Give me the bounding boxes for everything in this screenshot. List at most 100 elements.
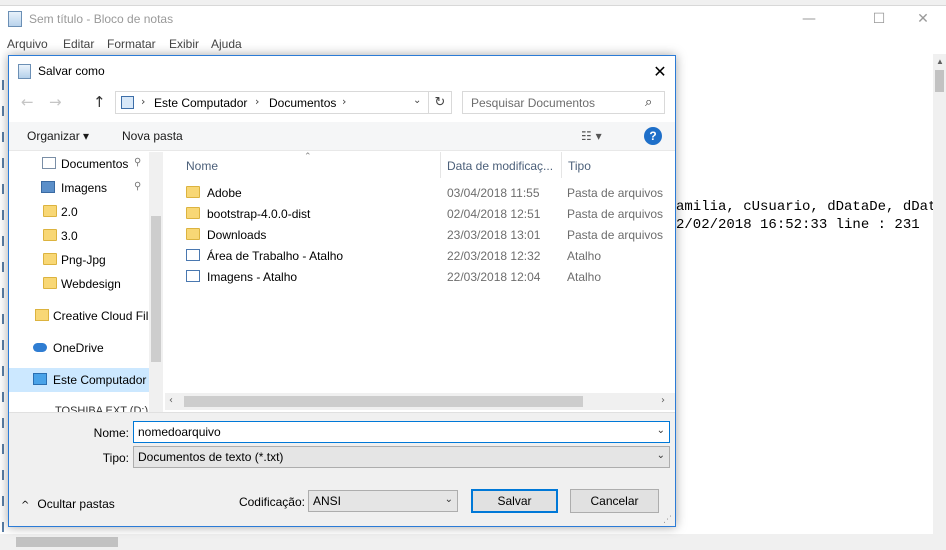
file-type: Pasta de arquivos xyxy=(567,186,664,200)
scroll-up-icon[interactable]: ▲ xyxy=(936,57,944,66)
sidebar-item-documentos[interactable]: Documentos ⚲ xyxy=(9,152,149,176)
menu-ajuda[interactable]: Ajuda xyxy=(211,37,242,51)
sidebar-item-png-jpg[interactable]: Png-Jpg xyxy=(9,248,149,272)
refresh-icon[interactable]: ↻ xyxy=(428,92,451,113)
encoding-label: Codificação: xyxy=(238,495,305,509)
maximize-button[interactable]: ☐ xyxy=(856,6,902,32)
file-row[interactable]: Área de Trabalho - Atalho 22/03/2018 12:… xyxy=(165,245,665,266)
minimize-button[interactable]: — xyxy=(786,6,832,32)
column-header-name[interactable]: Nome xyxy=(180,152,441,178)
cancel-button[interactable]: Cancelar xyxy=(570,489,659,513)
file-row[interactable]: Downloads 23/03/2018 13:01 Pasta de arqu… xyxy=(165,224,665,245)
search-icon[interactable]: ⌕ xyxy=(645,95,652,110)
scroll-thumb[interactable] xyxy=(935,70,944,92)
file-type: Pasta de arquivos xyxy=(567,228,664,242)
documents-icon xyxy=(42,157,56,169)
menu-editar[interactable]: Editar xyxy=(63,37,94,51)
sidebar-item-onedrive[interactable]: OneDrive xyxy=(9,336,149,360)
close-button[interactable]: ✕ xyxy=(900,6,946,32)
text-line: amilia, cUsuario, dDataDe, dData xyxy=(676,199,945,215)
gutter-mark xyxy=(2,314,6,324)
pin-icon[interactable]: ⚲ xyxy=(134,157,141,168)
folder-icon xyxy=(43,253,57,265)
chevron-down-icon[interactable]: ⌄ xyxy=(657,450,665,461)
file-list: ⌃ Nome Data de modificaç... Tipo Adobe 0… xyxy=(165,152,675,412)
folder-icon xyxy=(43,277,57,289)
gutter-mark xyxy=(2,80,6,90)
folder-icon xyxy=(186,228,200,240)
scroll-thumb[interactable] xyxy=(184,396,583,407)
up-arrow-icon[interactable]: ↑ xyxy=(93,93,106,111)
view-options-icon[interactable]: ☷ ▾ xyxy=(581,129,602,143)
search-input[interactable] xyxy=(463,92,641,113)
file-row[interactable]: bootstrap-4.0.0-dist 02/04/2018 12:51 Pa… xyxy=(165,203,665,224)
save-as-dialog: Salvar como ✕ ← → ↑ › Este Computador › … xyxy=(8,55,676,527)
notepad-vertical-scrollbar[interactable]: ▲ xyxy=(933,54,946,534)
file-date: 23/03/2018 13:01 xyxy=(447,228,541,242)
breadcrumb-este-computador[interactable]: Este Computador xyxy=(154,96,247,110)
folder-icon xyxy=(43,205,57,217)
chevron-down-icon[interactable]: ⌄ xyxy=(657,425,665,436)
notepad-titlebar: Sem título - Bloco de notas — ☐ ✕ xyxy=(0,6,946,32)
address-bar[interactable]: › Este Computador › Documentos › ⌄ ↻ xyxy=(115,91,452,114)
file-date: 22/03/2018 12:32 xyxy=(447,249,541,263)
scroll-right-icon[interactable]: › xyxy=(661,395,665,406)
file-name: Adobe xyxy=(207,186,242,200)
menu-formatar[interactable]: Formatar xyxy=(107,37,156,51)
sidebar-item-2-0[interactable]: 2.0 xyxy=(9,200,149,224)
filetype-select[interactable]: Documentos de texto (*.txt) ⌄ xyxy=(133,446,670,468)
chevron-right-icon[interactable]: › xyxy=(255,95,259,108)
filename-field[interactable]: ⌄ xyxy=(133,421,670,443)
gutter-mark xyxy=(2,262,6,272)
chevron-right-icon[interactable]: › xyxy=(141,95,145,108)
chevron-down-icon[interactable]: ⌄ xyxy=(445,494,453,505)
filename-label: Nome: xyxy=(93,426,129,440)
file-name: Área de Trabalho - Atalho xyxy=(207,249,344,263)
breadcrumb-documentos[interactable]: Documentos xyxy=(269,96,336,110)
gutter-mark xyxy=(2,184,6,194)
shortcut-icon xyxy=(186,270,200,282)
navigation-pane-scrollbar[interactable] xyxy=(149,152,163,412)
shortcut-icon xyxy=(186,249,200,261)
sidebar-item-label: Creative Cloud Fil xyxy=(53,309,149,323)
hide-folders-button[interactable]: ^ Ocultar pastas xyxy=(21,497,115,511)
column-header-date[interactable]: Data de modificaç... xyxy=(441,152,562,178)
pin-icon[interactable]: ⚲ xyxy=(134,181,141,192)
chevron-down-icon[interactable]: ⌄ xyxy=(413,95,421,106)
back-arrow-icon[interactable]: ← xyxy=(21,93,34,111)
organize-button[interactable]: Organizar ▾ xyxy=(27,129,89,143)
resize-grip-icon[interactable]: ⋰ xyxy=(663,515,672,525)
filename-input[interactable] xyxy=(134,422,651,442)
file-row[interactable]: Adobe 03/04/2018 11:55 Pasta de arquivos xyxy=(165,182,665,203)
scroll-thumb[interactable] xyxy=(16,537,118,547)
sidebar-item-toshiba[interactable]: TOSHIBA EXT (D:) xyxy=(55,405,148,412)
help-icon[interactable]: ? xyxy=(644,127,662,145)
file-list-horizontal-scrollbar[interactable]: ‹ › xyxy=(165,393,675,410)
scroll-thumb[interactable] xyxy=(151,216,161,362)
gutter-mark xyxy=(2,210,6,220)
file-row[interactable]: Imagens - Atalho 22/03/2018 12:04 Atalho xyxy=(165,266,665,287)
chevron-up-icon: ^ xyxy=(21,500,30,511)
column-header-type[interactable]: Tipo xyxy=(562,152,665,178)
close-icon[interactable]: ✕ xyxy=(645,59,675,83)
save-button[interactable]: Salvar xyxy=(471,489,558,513)
notepad-horizontal-scrollbar[interactable] xyxy=(0,534,946,550)
forward-arrow-icon[interactable]: → xyxy=(49,93,62,111)
gutter-mark xyxy=(2,392,6,402)
notepad-menubar: Arquivo Editar Formatar Exibir Ajuda xyxy=(0,34,946,54)
sidebar-item-3-0[interactable]: 3.0 xyxy=(9,224,149,248)
search-box[interactable]: ⌕ xyxy=(462,91,665,114)
sidebar-item-creative-cloud[interactable]: Creative Cloud Fil xyxy=(9,304,149,328)
file-date: 03/04/2018 11:55 xyxy=(447,186,540,200)
sidebar-item-este-computador[interactable]: Este Computador xyxy=(9,368,149,392)
notepad-title: Sem título - Bloco de notas xyxy=(29,12,174,26)
menu-arquivo[interactable]: Arquivo xyxy=(7,37,48,51)
new-folder-button[interactable]: Nova pasta xyxy=(122,129,183,143)
sidebar-item-webdesign[interactable]: Webdesign xyxy=(9,272,149,296)
encoding-select[interactable]: ANSI ⌄ xyxy=(308,490,458,512)
scroll-left-icon[interactable]: ‹ xyxy=(169,395,173,406)
chevron-right-icon[interactable]: › xyxy=(342,95,346,108)
menu-exibir[interactable]: Exibir xyxy=(169,37,199,51)
gutter-mark xyxy=(2,288,6,298)
sidebar-item-imagens[interactable]: Imagens ⚲ xyxy=(9,176,149,200)
